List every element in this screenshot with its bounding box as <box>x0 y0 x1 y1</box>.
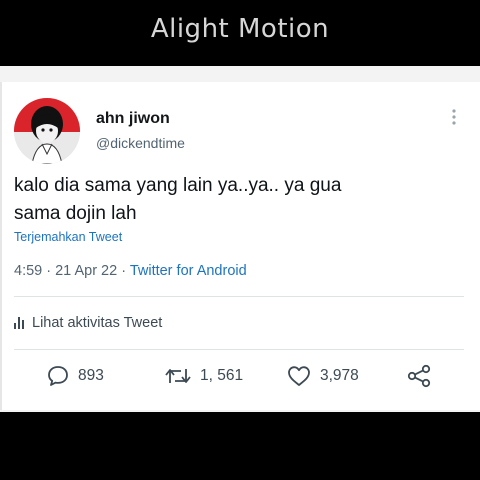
reply-count: 893 <box>78 367 104 384</box>
tweet-metadata: 4:59 · 21 Apr 22 · Twitter for Android <box>14 263 247 279</box>
view-activity-button[interactable]: Lihat aktivitas Tweet <box>14 315 162 331</box>
display-name[interactable]: ahn jiwon <box>96 110 170 128</box>
reply-button[interactable]: 893 <box>46 364 104 388</box>
source-link[interactable]: Twitter for Android <box>130 263 247 279</box>
timestamp: 4:59 · 21 Apr 22 · <box>14 263 130 279</box>
more-vertical-icon[interactable] <box>447 108 461 128</box>
like-button[interactable]: 3,978 <box>286 364 359 388</box>
divider <box>14 349 464 350</box>
tweet-text: kalo dia sama yang lain ya..ya.. ya gua … <box>14 172 454 228</box>
retweet-count: 1, 561 <box>200 367 244 384</box>
share-icon <box>407 364 431 388</box>
activity-label: Lihat aktivitas Tweet <box>32 315 163 331</box>
reply-icon <box>48 366 68 386</box>
tweet-actions: 893 1, 561 3,978 <box>0 364 478 394</box>
watermark: Alight Motion <box>150 14 330 44</box>
bar-chart-icon <box>14 317 24 329</box>
avatar[interactable] <box>14 98 80 164</box>
heart-icon <box>288 366 310 386</box>
share-button[interactable] <box>406 364 440 388</box>
retweet-icon <box>165 369 191 383</box>
tweet-text-line: kalo dia sama yang lain ya..ya.. ya gua <box>14 175 342 196</box>
like-count: 3,978 <box>320 367 359 384</box>
tweet-text-line: sama dojin lah <box>14 203 137 224</box>
translate-link[interactable]: Terjemahkan Tweet <box>14 230 122 244</box>
divider <box>14 296 464 297</box>
avatar-illustration <box>14 98 80 164</box>
retweet-button[interactable]: 1, 561 <box>164 364 243 388</box>
username-handle[interactable]: @dickendtime <box>96 135 185 151</box>
